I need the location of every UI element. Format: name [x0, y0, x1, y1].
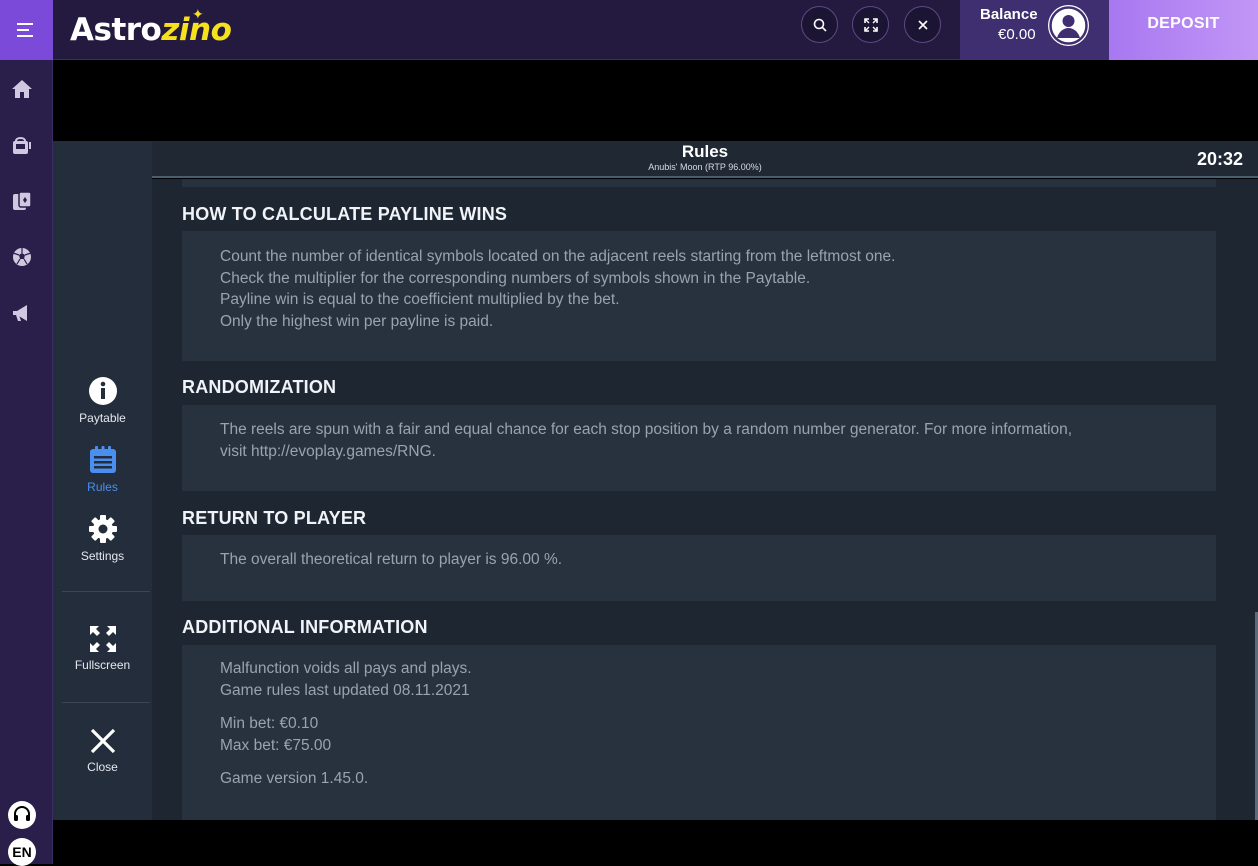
fullscreen-label: Fullscreen	[74, 658, 131, 672]
rules-nav[interactable]: Rules	[53, 445, 152, 494]
fullscreen-arrows-icon	[89, 626, 116, 652]
nav-divider	[62, 591, 150, 592]
balance-value: €0.00	[998, 26, 1036, 43]
paytable-label: Paytable	[79, 411, 126, 425]
additional-line: Max bet: €75.00	[220, 736, 332, 754]
randomization-line: The reels are spun with a fair and equal…	[220, 421, 1073, 438]
section-panel-additional: Malfunction voids all pays and plays. Ga…	[182, 645, 1216, 820]
info-icon	[88, 377, 117, 405]
megaphone-icon[interactable]	[9, 300, 35, 326]
paytable-nav[interactable]: Paytable	[53, 376, 152, 425]
top-header: Astro zino ✦ Balance €0.00 DEPOSIT	[0, 0, 1258, 60]
additional-line: Game version 1.45.0.	[220, 770, 369, 787]
randomization-line: visit http://evoplay.games/RNG.	[220, 442, 436, 460]
section-title-rtp: RETURN TO PLAYER	[182, 508, 367, 528]
support-headset-icon[interactable]	[8, 801, 36, 829]
language-selector[interactable]: EN	[8, 838, 36, 866]
rules-label: Rules	[87, 480, 118, 494]
balance-widget[interactable]: Balance €0.00	[960, 0, 1109, 60]
payline-line: Count the number of identical symbols lo…	[220, 248, 896, 265]
search-icon	[813, 18, 827, 32]
close-game-button[interactable]	[904, 6, 941, 43]
section-panel-randomization: The reels are spun with a fair and equal…	[182, 405, 1216, 491]
balance-label: Balance	[980, 6, 1038, 23]
payline-line: Only the highest win per payline is paid…	[220, 312, 494, 330]
rules-header: Rules Anubis' Moon (RTP 96.00%) 20:32	[152, 141, 1258, 178]
close-icon	[917, 19, 928, 30]
nav-divider	[62, 702, 150, 703]
clock: 20:32	[1196, 149, 1243, 169]
hamburger-icon	[16, 23, 33, 37]
slot-machine-icon[interactable]	[9, 132, 35, 158]
home-icon[interactable]	[9, 76, 35, 102]
site-sidebar: EN	[0, 60, 53, 866]
additional-line: Malfunction voids all pays and plays.	[220, 660, 472, 677]
section-title-payline: HOW TO CALCULATE PAYLINE WINS	[182, 204, 508, 224]
fullscreen-button[interactable]	[852, 6, 889, 43]
additional-line: Game rules last updated 08.11.2021	[220, 681, 470, 699]
rtp-line: The overall theoretical return to player…	[220, 551, 563, 568]
game-frame-bottom	[53, 820, 1258, 864]
section-panel-rtp: The overall theoretical return to player…	[182, 535, 1216, 601]
deposit-button[interactable]: DEPOSIT	[1109, 0, 1258, 60]
sports-ball-icon[interactable]	[9, 244, 35, 270]
rules-content[interactable]: HOW TO CALCULATE PAYLINE WINS Count the …	[152, 179, 1258, 820]
settings-nav[interactable]: Settings	[53, 514, 152, 563]
section-panel-payline: Count the number of identical symbols lo…	[182, 231, 1216, 361]
rules-notepad-icon	[89, 446, 116, 473]
search-button[interactable]	[801, 6, 838, 43]
close-nav[interactable]: Close	[53, 727, 152, 774]
logo-text-white: Astro	[70, 12, 162, 48]
payline-line: Payline win is equal to the coefficient …	[220, 291, 620, 308]
menu-toggle-button[interactable]	[0, 0, 53, 60]
expand-icon	[863, 17, 878, 32]
logo-star-icon: ✦	[192, 7, 204, 23]
rules-subtitle: Anubis' Moon (RTP 96.00%)	[648, 162, 762, 172]
user-avatar-icon[interactable]	[1048, 5, 1089, 46]
section-title-randomization: RANDOMIZATION	[182, 377, 337, 397]
settings-label: Settings	[80, 549, 125, 563]
rules-title: Rules	[681, 142, 729, 161]
additional-line: Min bet: €0.10	[220, 715, 319, 732]
cards-icon[interactable]	[9, 188, 35, 214]
close-x-icon	[90, 728, 115, 754]
previous-section-panel	[182, 179, 1216, 187]
payline-line: Check the multiplier for the correspondi…	[220, 269, 811, 287]
section-title-additional: ADDITIONAL INFORMATION	[182, 617, 428, 637]
close-label: Close	[87, 760, 118, 774]
site-logo[interactable]: Astro zino ✦	[70, 7, 232, 50]
gear-icon	[88, 515, 117, 543]
fullscreen-nav[interactable]: Fullscreen	[53, 625, 152, 672]
